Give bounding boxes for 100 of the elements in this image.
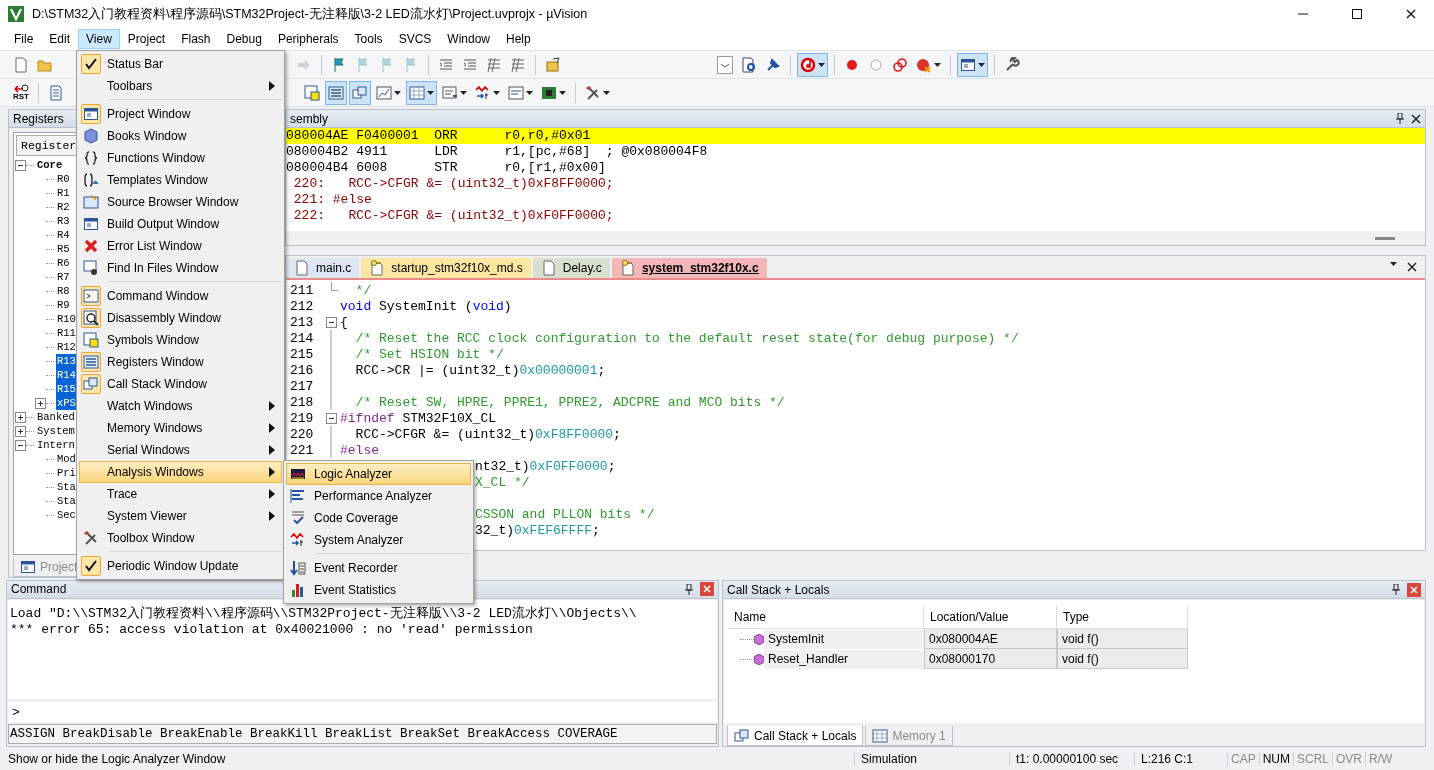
menu-item[interactable]: Trace	[79, 483, 282, 505]
menu-bar-item[interactable]: View	[78, 29, 120, 49]
column-header[interactable]: Name	[728, 606, 924, 629]
menu-item[interactable]: Code Coverage	[286, 507, 471, 529]
fold-toggle[interactable]	[325, 412, 337, 424]
menu-item[interactable]: Call Stack Window	[79, 373, 282, 395]
register-name[interactable]: R5	[56, 242, 71, 256]
menu-item[interactable]: Event Recorder	[286, 557, 471, 579]
register-name[interactable]: R8	[56, 284, 71, 298]
menu-item[interactable]: Memory Windows	[79, 417, 282, 439]
register-name[interactable]: xPS	[56, 396, 77, 410]
status-indicator: SCRL	[1293, 751, 1333, 766]
register-name[interactable]: R13	[56, 354, 77, 368]
scroll-thumb[interactable]	[1375, 236, 1395, 240]
register-name[interactable]: R10	[56, 312, 77, 326]
table-cell[interactable]: SystemInit	[764, 629, 924, 649]
submenu-arrow-icon	[269, 489, 275, 499]
trace-icon	[508, 84, 524, 101]
menu-item[interactable]: Project Window	[79, 103, 282, 125]
panel-title: Call Stack + Locals	[727, 582, 830, 597]
expand-toggle[interactable]	[35, 397, 46, 409]
disassembly-line: 222: RCC->CFGR &= (uint32_t)0xF0FF0000;	[292, 208, 615, 224]
caret-icon	[559, 90, 566, 95]
expand-toggle[interactable]	[15, 425, 26, 437]
menu-bar-item[interactable]: Tools	[346, 29, 391, 49]
windows-icon	[352, 84, 368, 101]
menu-bar-item[interactable]: Project	[119, 29, 174, 49]
register-name[interactable]: R6	[56, 256, 71, 270]
menu-bar-item[interactable]: Edit	[41, 29, 79, 49]
menu-item[interactable]: Performance Analyzer	[286, 485, 471, 507]
menu-item[interactable]: Analysis Windows	[79, 461, 282, 483]
menu-item[interactable]: System Viewer	[79, 505, 282, 527]
register-name[interactable]: Sta	[56, 494, 77, 508]
list-icon	[48, 84, 64, 101]
menu-item[interactable]: System Analyzer	[286, 529, 471, 551]
menu-bar-item[interactable]: SVCS	[390, 29, 440, 49]
register-name[interactable]: Intern	[36, 438, 76, 452]
register-name[interactable]: R0	[56, 172, 71, 186]
menu-bar-item[interactable]: Help	[498, 29, 539, 49]
line-number: 215	[289, 346, 315, 362]
menu-item[interactable]: Command Window	[79, 285, 282, 307]
file-tab[interactable]: system_stm32f10x.c	[611, 258, 767, 278]
menu-item[interactable]: Serial Windows	[79, 439, 282, 461]
table-cell[interactable]: Reset_Handler	[764, 649, 924, 669]
menu-item[interactable]: Error List Window	[79, 235, 282, 257]
menu-item[interactable]: Templates Window	[79, 169, 282, 191]
register-name[interactable]: R9	[56, 298, 71, 312]
menu-item[interactable]: Toolbox Window	[79, 527, 282, 549]
register-name[interactable]: R2	[56, 200, 71, 214]
status-message: Show or hide the Logic Analyzer Window	[8, 751, 227, 766]
register-name[interactable]: Pri	[56, 466, 77, 480]
menu-bar-item[interactable]: Peripherals	[269, 29, 347, 49]
register-name[interactable]: Sec	[56, 508, 77, 522]
command-input[interactable]: >	[8, 702, 717, 723]
menu-item[interactable]: Disassembly Window	[79, 307, 282, 329]
menu-bar-item[interactable]: Window	[439, 29, 498, 49]
menu-item[interactable]: Status Bar	[79, 53, 282, 75]
menu-bar-item[interactable]: Debug	[218, 29, 270, 49]
file-tab[interactable]: startup_stm32f10x_md.s	[361, 258, 531, 278]
register-name[interactable]: R3	[56, 214, 71, 228]
caret-icon	[427, 90, 434, 95]
menu-item[interactable]: Watch Windows	[79, 395, 282, 417]
registers-button[interactable]	[325, 80, 347, 105]
reset-button[interactable]: RST	[10, 80, 32, 105]
menu-item[interactable]: Source Browser Window	[79, 191, 282, 213]
file-tab[interactable]: main.c	[286, 258, 360, 278]
debug-button[interactable]	[797, 52, 828, 77]
register-name[interactable]: Sta	[56, 480, 77, 494]
register-name[interactable]: Core	[36, 158, 64, 172]
menu-item[interactable]: Registers Window	[79, 351, 282, 373]
grid-button[interactable]	[406, 80, 437, 105]
fold-toggle[interactable]	[325, 316, 337, 328]
register-name[interactable]: R15	[56, 382, 77, 396]
windows-button[interactable]	[349, 80, 371, 105]
register-name[interactable]: R11	[56, 326, 77, 340]
indent-icon	[438, 56, 454, 73]
menu-item[interactable]: Find In Files Window	[79, 257, 282, 279]
panel-tab[interactable]: Call Stack + Locals	[727, 726, 864, 746]
register-name[interactable]: Banked	[36, 410, 76, 424]
menu-item[interactable]: Symbols Window	[79, 329, 282, 351]
windows-icon	[734, 727, 750, 744]
register-name[interactable]: R12	[56, 340, 77, 354]
expand-toggle[interactable]	[15, 411, 26, 423]
register-name[interactable]: R7	[56, 270, 71, 284]
menu-item[interactable]: Toolbars	[79, 75, 282, 97]
file-tab[interactable]: Delay.c	[532, 258, 610, 278]
register-name[interactable]: R14	[56, 368, 77, 382]
collapse-toggle[interactable]	[15, 439, 26, 451]
menu-item[interactable]: Build Output Window	[79, 213, 282, 235]
menu-bar-item[interactable]: File	[6, 29, 42, 49]
register-name[interactable]: System	[36, 424, 76, 438]
register-name[interactable]: Mod	[56, 452, 77, 466]
menu-item[interactable]: Logic Analyzer	[286, 463, 471, 485]
collapse-toggle[interactable]	[15, 159, 26, 171]
menu-bar-item[interactable]: Flash	[173, 29, 219, 49]
register-name[interactable]: R4	[56, 228, 71, 242]
register-name[interactable]: R1	[56, 186, 71, 200]
window-button[interactable]	[957, 52, 988, 77]
menu-item[interactable]: Event Statistics	[286, 579, 471, 601]
board-icon	[541, 84, 557, 101]
